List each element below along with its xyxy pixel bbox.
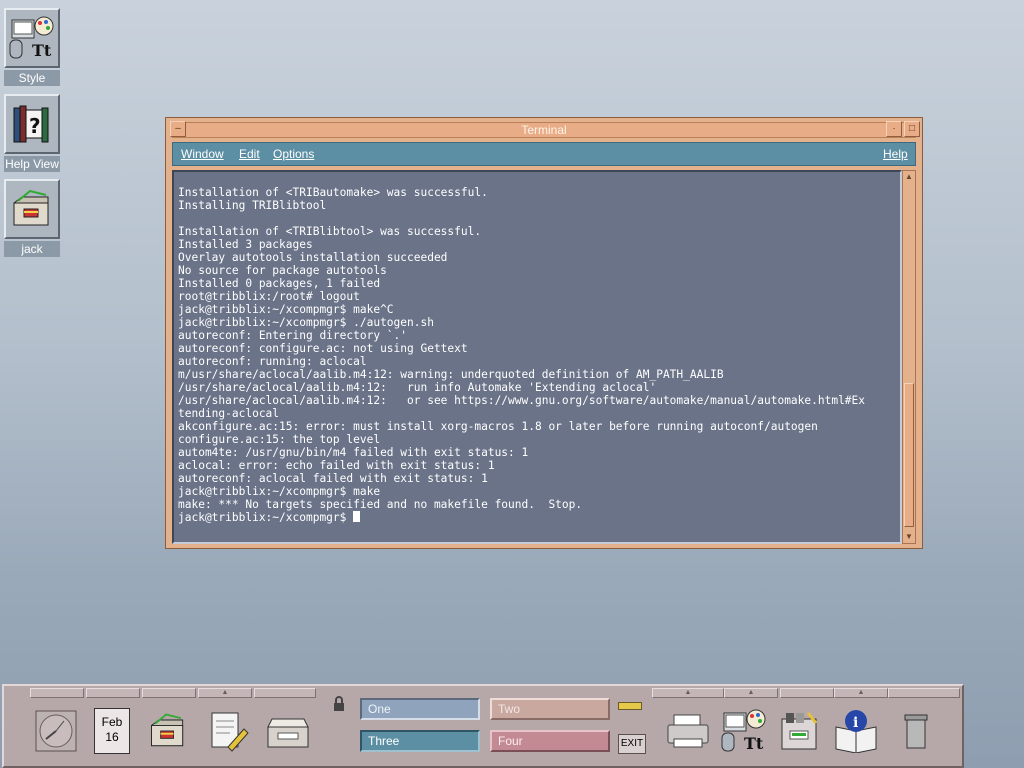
menu-bar: Window Edit Options Help: [172, 142, 916, 166]
menu-help[interactable]: Help: [883, 147, 908, 161]
trash-can-icon[interactable]: [888, 700, 944, 762]
desktop-icon-label: Help View: [4, 156, 60, 172]
terminal-window: Terminal – · □ Window Edit Options Help …: [165, 117, 923, 549]
window-title: Terminal: [521, 123, 567, 137]
terminal-output-text: Installation of <TRIBautomake> was succe…: [178, 186, 865, 524]
svg-text:i: i: [853, 715, 858, 731]
text-cursor: [353, 511, 361, 522]
desktop-icon-help-view[interactable]: ? Help View: [4, 94, 60, 172]
subpanel-arrow-icon[interactable]: ▲: [652, 688, 724, 698]
menu-window[interactable]: Window: [181, 147, 224, 161]
busy-indicator-icon: [618, 702, 642, 710]
desktop-icon-label: Style: [4, 70, 60, 86]
menu-window-label: Window: [181, 147, 224, 161]
maximize-button[interactable]: □: [904, 121, 920, 137]
workspace-label: Three: [368, 734, 400, 748]
menu-help-label: Help: [883, 147, 908, 161]
menu-options[interactable]: Options: [273, 147, 314, 161]
front-panel: ▲ Feb 16 One Two Three Four EXIT ▲ ▲ ▲ T…: [2, 684, 964, 768]
subpanel-handle[interactable]: [142, 688, 196, 698]
style-manager-panel-icon[interactable]: Tt: [716, 700, 772, 762]
subpanel-handle[interactable]: [888, 688, 960, 698]
help-manager-icon[interactable]: i: [828, 700, 884, 762]
mailer-icon[interactable]: [260, 700, 316, 762]
desktop-icon-jack[interactable]: jack: [4, 179, 60, 257]
exit-label: EXIT: [620, 738, 644, 749]
window-title-bar[interactable]: Terminal: [172, 122, 916, 138]
application-manager-icon[interactable]: [772, 700, 828, 762]
printer-icon[interactable]: [660, 700, 716, 762]
vertical-scrollbar[interactable]: ▲ ▼: [902, 170, 916, 544]
menu-edit-label: Edit: [239, 147, 260, 161]
maximize-icon: □: [908, 123, 916, 134]
menu-options-label: Options: [273, 147, 315, 161]
scroll-down-arrow-icon[interactable]: ▼: [904, 532, 914, 542]
workspace-two-button[interactable]: Two: [490, 698, 610, 720]
workspace-one-button[interactable]: One: [360, 698, 480, 720]
desktop-icon-style[interactable]: Tt Style: [4, 8, 60, 86]
home-folder-icon: [4, 179, 60, 239]
dash-icon: –: [175, 123, 181, 134]
subpanel-arrow-icon[interactable]: ▲: [724, 688, 778, 698]
scrollbar-thumb[interactable]: [904, 383, 914, 527]
workspace-three-button[interactable]: Three: [360, 730, 480, 752]
clock-icon[interactable]: [28, 700, 84, 762]
terminal-output-area[interactable]: Installation of <TRIBautomake> was succe…: [172, 170, 902, 544]
calendar-face: Feb 16: [94, 708, 130, 754]
calendar-day: 16: [105, 730, 119, 744]
calendar-icon[interactable]: Feb 16: [84, 700, 140, 762]
style-manager-icon: Tt: [4, 8, 60, 68]
file-manager-icon[interactable]: [140, 700, 196, 762]
subpanel-handle[interactable]: [254, 688, 316, 698]
minimize-button[interactable]: ·: [886, 121, 902, 137]
workspace-four-button[interactable]: Four: [490, 730, 610, 752]
svg-text:Tt: Tt: [744, 734, 764, 753]
calendar-month: Feb: [101, 715, 123, 729]
subpanel-arrow-icon[interactable]: ▲: [198, 688, 252, 698]
text-editor-icon[interactable]: [200, 700, 256, 762]
menu-edit[interactable]: Edit: [239, 147, 260, 161]
scroll-up-arrow-icon[interactable]: ▲: [904, 172, 914, 182]
desktop-icon-label: jack: [4, 241, 60, 257]
lock-icon[interactable]: [332, 696, 346, 717]
subpanel-handle[interactable]: [780, 688, 834, 698]
subpanel-handle[interactable]: [30, 688, 84, 698]
workspace-label: Two: [498, 702, 521, 716]
minimize-icon: ·: [892, 123, 896, 134]
help-books-icon: ?: [4, 94, 60, 154]
subpanel-handle[interactable]: [86, 688, 140, 698]
subpanel-arrow-icon[interactable]: ▲: [834, 688, 888, 698]
exit-button[interactable]: EXIT: [618, 734, 646, 754]
terminal-output: Installation of <TRIBautomake> was succe…: [178, 186, 866, 524]
workspace-label: One: [368, 702, 391, 716]
window-menu-button[interactable]: –: [170, 121, 186, 137]
svg-text:Tt: Tt: [32, 41, 52, 60]
workspace-label: Four: [498, 734, 523, 748]
svg-text:?: ?: [29, 114, 41, 138]
